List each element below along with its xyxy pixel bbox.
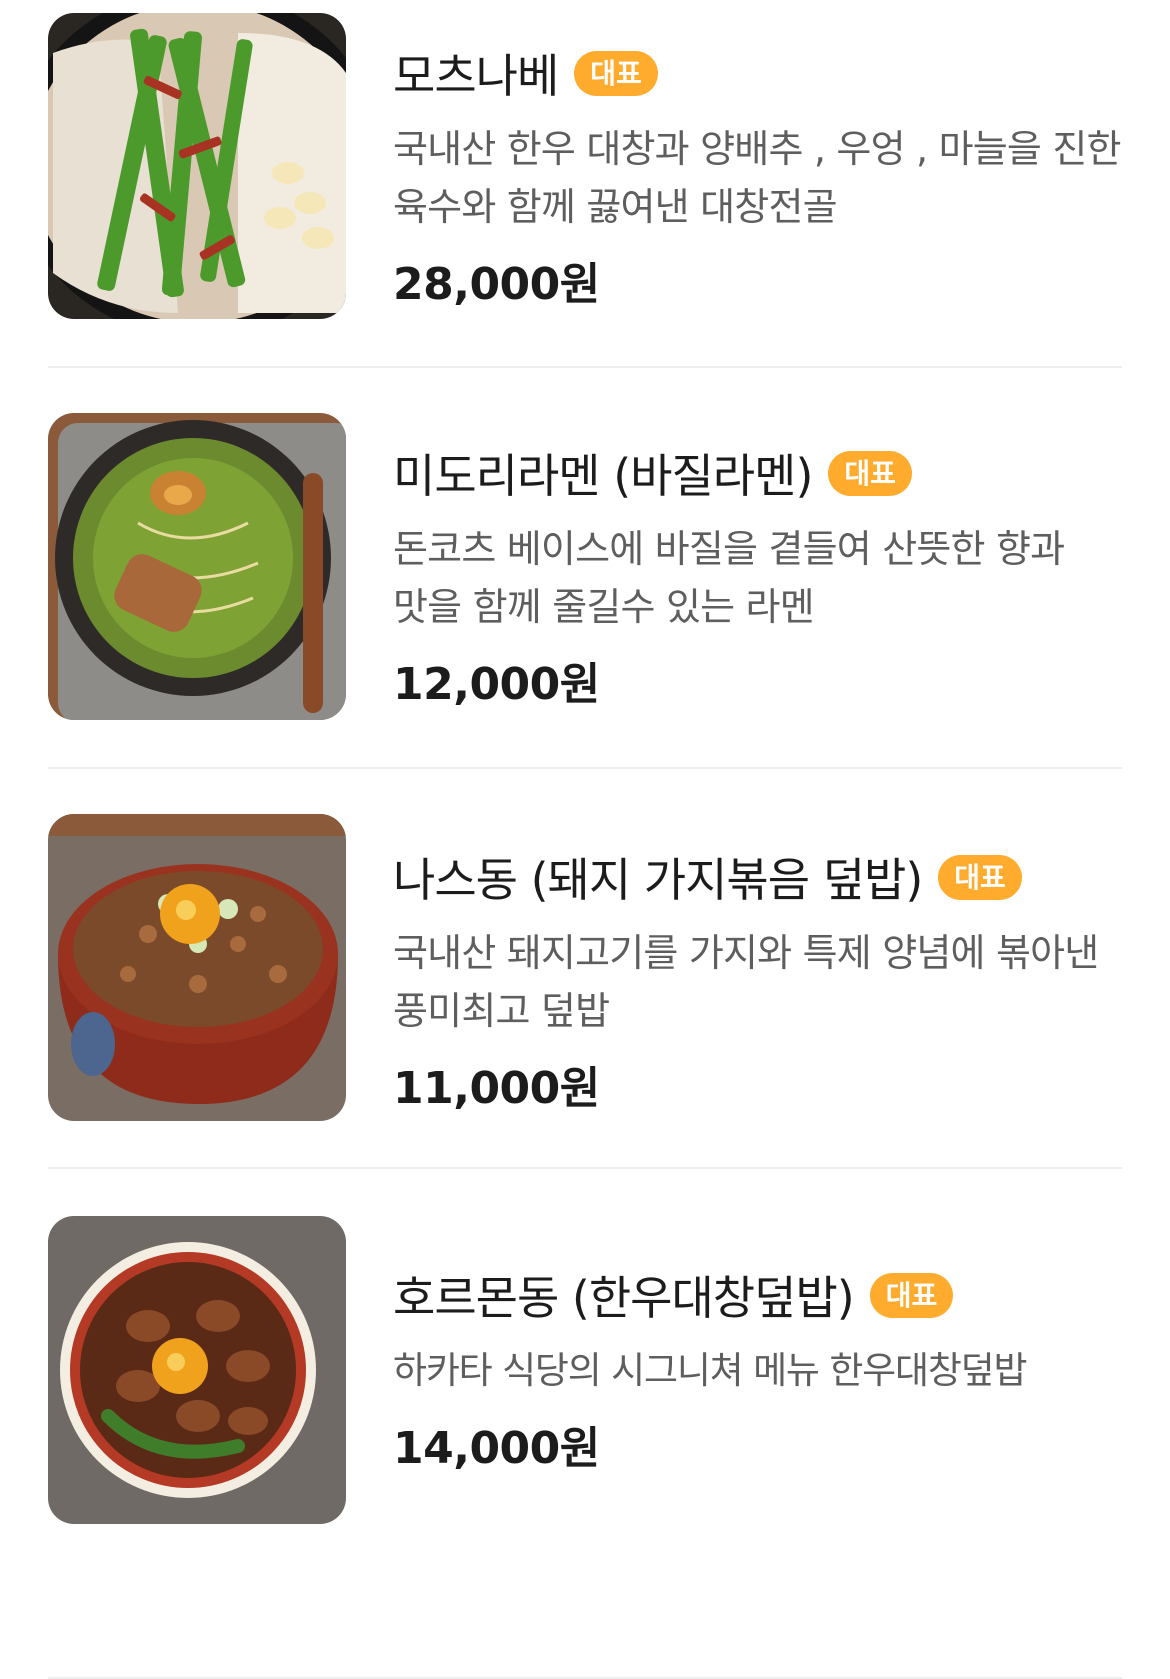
menu-item[interactable]: 모츠나베 대표 국내산 한우 대창과 양배추 , 우엉 , 마늘을 진한 육수와… [0, 0, 1170, 401]
menu-item-info: 모츠나베 대표 국내산 한우 대창과 양배추 , 우엉 , 마늘을 진한 육수와… [393, 40, 1122, 312]
menu-item-price: 14,000원 [393, 1423, 600, 1474]
ramen-icon [48, 413, 346, 720]
signature-badge: 대표 [938, 854, 1022, 900]
menu-item-image[interactable] [48, 1216, 346, 1524]
menu-item-info: 미도리라멘 (바질라멘) 대표 돈코츠 베이스에 바질을 곁들여 산뜻한 향과 … [393, 440, 1122, 712]
hotpot-icon [48, 13, 346, 319]
menu-item-image[interactable] [48, 13, 346, 319]
menu-item-description: 국내산 돼지고기를 가지와 특제 양념에 볶아낸 풍미최고 덮밥 [393, 931, 1099, 1033]
menu-item-price: 28,000원 [393, 259, 600, 310]
title-row: 모츠나베 대표 [393, 40, 1122, 106]
menu-item-image[interactable] [48, 413, 346, 720]
divider [48, 366, 1122, 368]
menu-item-name: 나스동 (돼지 가지볶음 덮밥) [393, 853, 923, 907]
divider [48, 1167, 1122, 1169]
menu-item-price: 11,000원 [393, 1063, 600, 1114]
menu-item-info: 나스동 (돼지 가지볶음 덮밥) 대표 국내산 돼지고기를 가지와 특제 양념에… [393, 844, 1122, 1116]
menu-item-info: 호르몬동 (한우대창덮밥) 대표 하카타 식당의 시그니쳐 메뉴 한우대창덮밥 … [393, 1262, 1122, 1476]
menu-item-description: 하카타 식당의 시그니쳐 메뉴 한우대창덮밥 [393, 1349, 1028, 1392]
menu-item[interactable]: 호르몬동 (한우대창덮밥) 대표 하카타 식당의 시그니쳐 메뉴 한우대창덮밥 … [0, 1202, 1170, 1679]
menu-item[interactable]: 나스동 (돼지 가지볶음 덮밥) 대표 국내산 돼지고기를 가지와 특제 양념에… [0, 802, 1170, 1202]
signature-badge: 대표 [869, 1272, 954, 1318]
divider [48, 767, 1122, 769]
rice-bowl-icon [48, 1216, 346, 1524]
menu-list: 모츠나베 대표 국내산 한우 대창과 양배추 , 우엉 , 마늘을 진한 육수와… [0, 0, 1170, 1679]
title-row: 호르몬동 (한우대창덮밥) 대표 [393, 1262, 1122, 1328]
menu-item-description: 국내산 한우 대창과 양배추 , 우엉 , 마늘을 진한 육수와 함께 끓여낸 … [393, 127, 1121, 229]
menu-item-description: 돈코츠 베이스에 바질을 곁들여 산뜻한 향과 맛을 함께 줄길수 있는 라멘 [393, 527, 1065, 629]
signature-badge: 대표 [828, 450, 912, 496]
title-row: 미도리라멘 (바질라멘) 대표 [393, 440, 1122, 506]
menu-item-name: 모츠나베 [393, 49, 559, 103]
menu-item-name: 미도리라멘 (바질라멘) [393, 449, 813, 503]
title-row: 나스동 (돼지 가지볶음 덮밥) 대표 [393, 844, 1122, 910]
menu-item[interactable]: 미도리라멘 (바질라멘) 대표 돈코츠 베이스에 바질을 곁들여 산뜻한 향과 … [0, 401, 1170, 802]
menu-item-price: 12,000원 [393, 659, 600, 710]
signature-badge: 대표 [574, 50, 658, 96]
menu-item-name: 호르몬동 (한우대창덮밥) [393, 1271, 855, 1325]
rice-bowl-icon [48, 814, 346, 1121]
menu-item-image[interactable] [48, 814, 346, 1121]
